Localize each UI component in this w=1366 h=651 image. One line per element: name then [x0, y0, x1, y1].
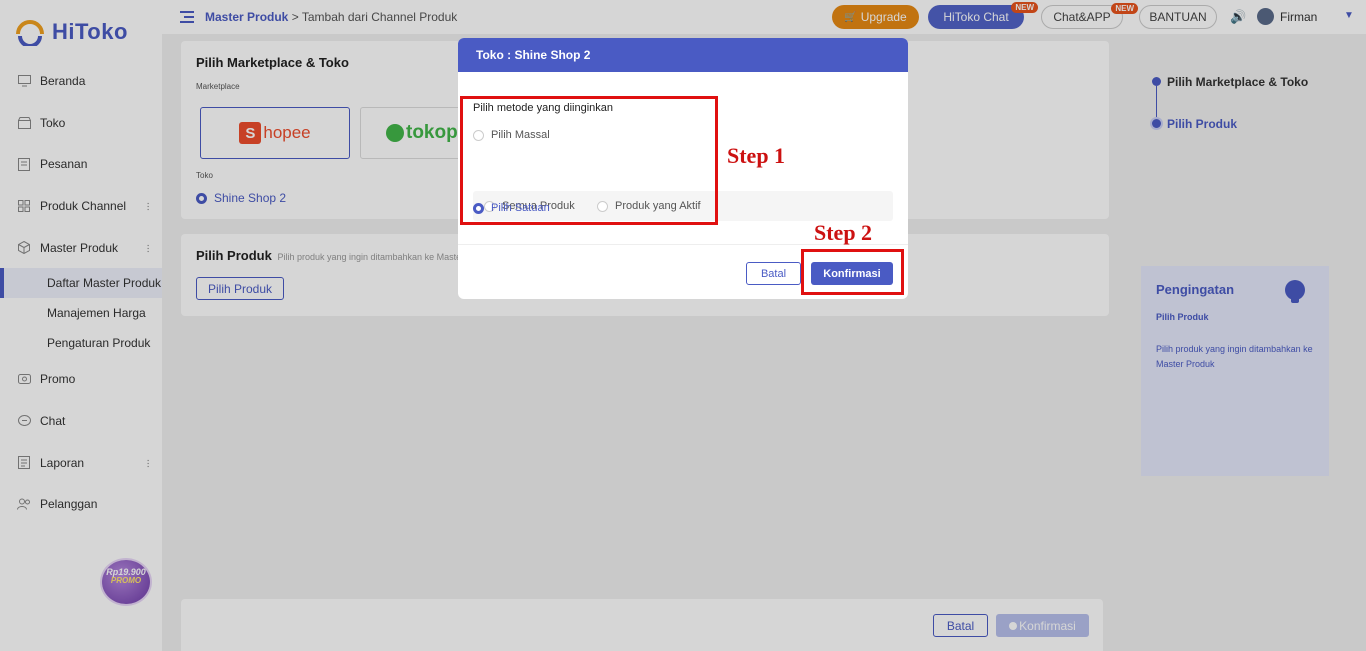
annotation-step2: Step 2 [814, 220, 873, 245]
modal-batal-button[interactable]: Batal [746, 262, 801, 285]
batal-label: Batal [760, 267, 787, 280]
modal-header: Toko : Shine Shop 2 [458, 38, 908, 72]
modal-title: Toko : Shine Shop 2 [476, 48, 591, 62]
annotation-box-step2 [801, 249, 904, 295]
annotation-box-step1 [460, 96, 718, 225]
annotation-step1: Step 1 [727, 143, 786, 168]
